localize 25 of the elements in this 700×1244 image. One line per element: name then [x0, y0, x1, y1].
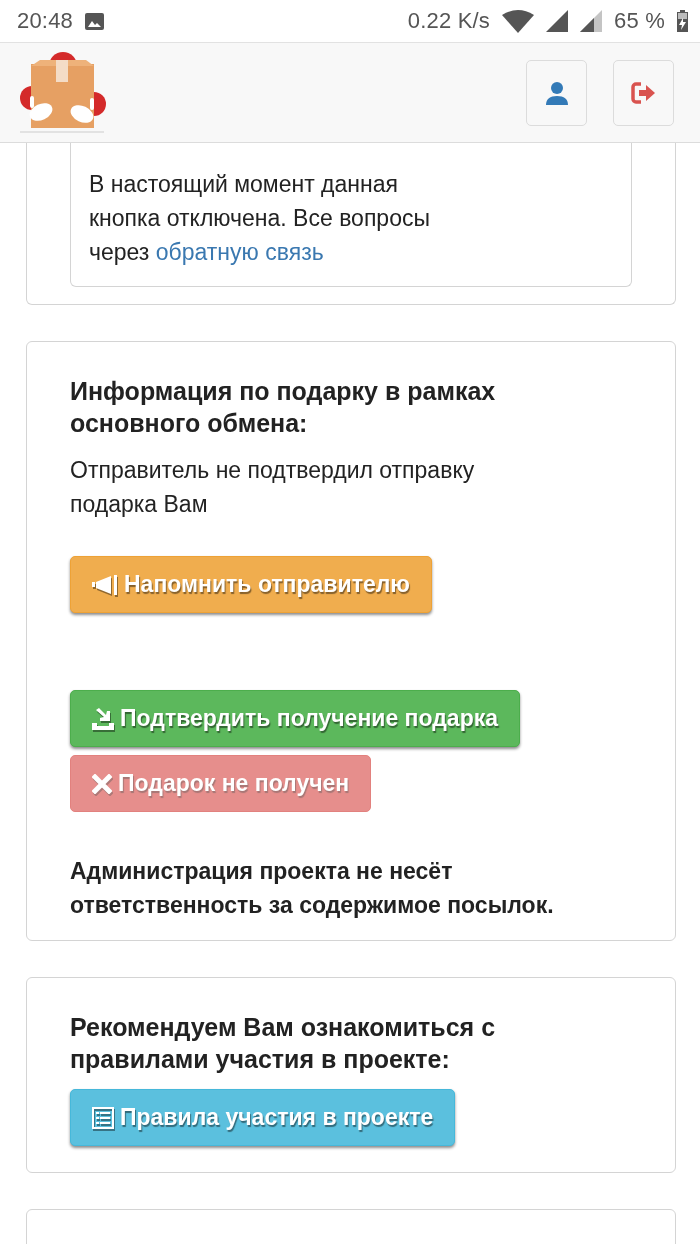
disclaimer-text: Администрация проекта не несёт ответственность за содержимое посылок.	[70, 857, 555, 920]
signal-icon	[546, 10, 569, 32]
signal-icon	[580, 10, 603, 32]
image-icon	[85, 12, 105, 30]
rules-button[interactable]: Правила участия в проекте	[70, 1089, 456, 1146]
clock-time: 20:48	[17, 8, 74, 34]
megaphone-icon	[92, 574, 118, 595]
profile-button[interactable]	[526, 59, 587, 126]
download-tray-icon	[92, 707, 114, 730]
battery-percentage: 65 %	[614, 8, 665, 34]
section-heading: Рекомендуем Вам ознакомиться с правилами участия в проекте:	[70, 1012, 497, 1075]
battery-charging-icon	[677, 10, 688, 32]
remind-button[interactable]: Напомнить отправителю	[70, 556, 432, 613]
logout-icon	[630, 81, 657, 104]
network-speed: 0.22 K/s	[407, 8, 491, 34]
feedback-link[interactable]: обратную связь	[155, 239, 324, 265]
wifi-icon	[502, 9, 535, 33]
logout-button[interactable]	[613, 59, 674, 126]
section-heading: Информация по подарку в рамках основного обмена:	[70, 376, 497, 439]
status-message: Отправитель не подтвердил отправку подарка Вам	[70, 456, 476, 519]
confirm-button[interactable]: Подтвердить получение подарка	[70, 690, 520, 747]
user-icon	[544, 80, 569, 105]
list-icon	[92, 1106, 114, 1129]
notice-text: В настоящий момент данная кнопка отключена. Все вопросы через обратную связь	[89, 170, 431, 267]
cross-icon	[92, 773, 112, 794]
